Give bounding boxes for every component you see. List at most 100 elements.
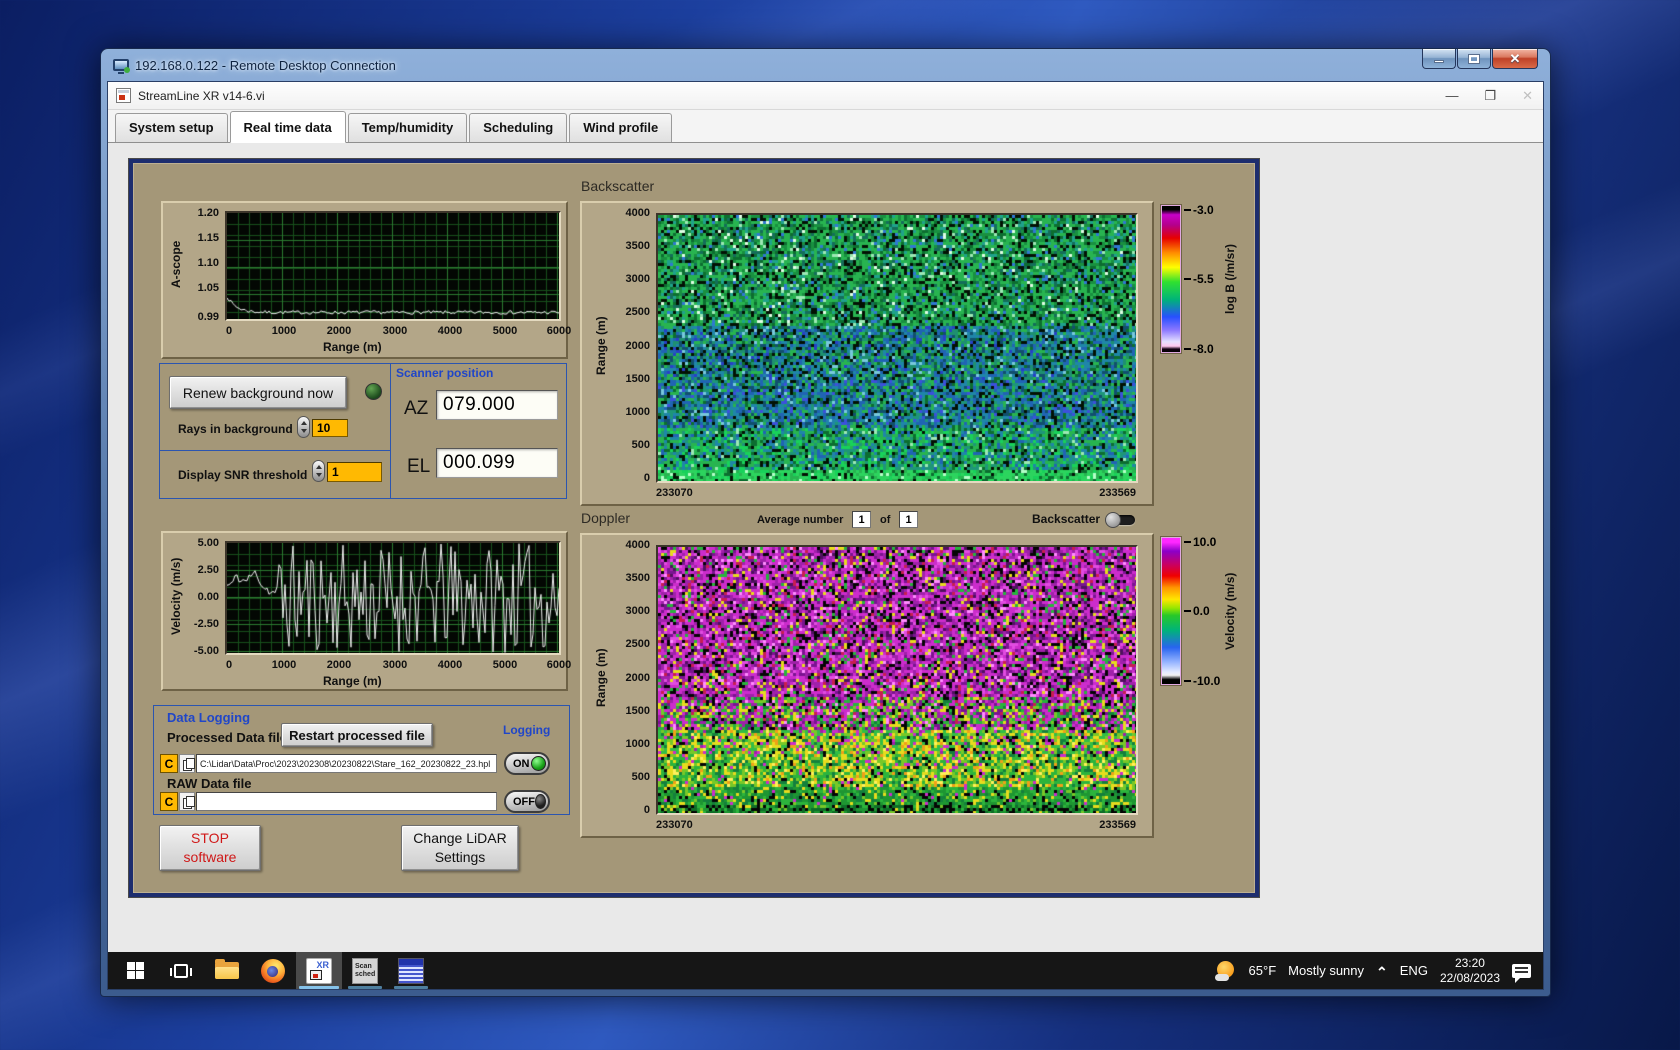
velocity-xtick: 2000 xyxy=(319,659,359,671)
spin-down-icon[interactable] xyxy=(316,473,322,477)
app-restore-icon[interactable]: ❐ xyxy=(1484,88,1496,104)
notification-center-icon[interactable] xyxy=(1512,964,1531,978)
velocity-graph-box: Velocity (m/s) 5.00 2.50 0.00 -2.50 -5.0… xyxy=(161,531,568,691)
close-icon: ✕ xyxy=(1510,52,1521,65)
ascope-ytick: 1.20 xyxy=(175,207,219,219)
az-value-field[interactable]: 079.000 xyxy=(436,390,558,420)
bs-ytick: 0 xyxy=(610,472,650,484)
app-close-icon[interactable]: ✕ xyxy=(1522,88,1533,104)
system-tray: 65°F Mostly sunny ⌃ ENG 23:20 22/08/2023 xyxy=(1215,952,1543,989)
firefox-button[interactable] xyxy=(250,952,296,989)
clock-date: 22/08/2023 xyxy=(1440,971,1500,986)
rdp-minimize-button[interactable] xyxy=(1422,49,1456,69)
logging-label: Logging xyxy=(503,723,550,737)
rdp-titlebar[interactable]: 192.168.0.122 - Remote Desktop Connectio… xyxy=(107,49,1544,81)
rdp-maximize-button[interactable] xyxy=(1457,49,1491,69)
raw-path-browse-icon[interactable] xyxy=(179,792,195,811)
average-total-field[interactable]: 1 xyxy=(899,511,918,528)
processed-path-browse-icon[interactable] xyxy=(179,754,195,773)
dp-x-end-label: 233569 xyxy=(1074,819,1136,831)
folder-icon xyxy=(215,962,239,979)
weather-icon[interactable] xyxy=(1215,960,1237,982)
scan-scheduler-button[interactable]: Scansched xyxy=(342,952,388,989)
language-indicator[interactable]: ENG xyxy=(1400,963,1428,978)
rays-value-field[interactable]: 10 xyxy=(312,419,348,437)
change-lidar-settings-button[interactable]: Change LiDAR Settings xyxy=(401,825,519,871)
settings-button-line1: Change LiDAR xyxy=(413,829,506,848)
restart-processed-file-button[interactable]: Restart processed file xyxy=(281,723,433,747)
processed-path-type-combo[interactable]: C xyxy=(160,754,178,773)
tray-chevron-up-icon[interactable]: ⌃ xyxy=(1376,964,1388,981)
striped-window-icon xyxy=(398,958,424,984)
spin-down-icon[interactable] xyxy=(301,429,307,433)
rdp-close-button[interactable]: ✕ xyxy=(1492,49,1538,69)
rays-in-background-label: Rays in background xyxy=(178,422,293,436)
doppler-title: Doppler xyxy=(581,510,630,526)
ascope-graph-box: A-scope 1.20 1.15 1.10 1.05 0.99 0 1000 … xyxy=(161,201,568,359)
ascope-ytick: 1.15 xyxy=(175,232,219,244)
weather-temp[interactable]: 65°F xyxy=(1249,963,1277,978)
bs-x-start-label: 233070 xyxy=(656,487,693,499)
velocity-xtick: 6000 xyxy=(539,659,579,671)
doppler-heatmap xyxy=(656,545,1138,815)
dp-ytick: 0 xyxy=(610,804,650,816)
processed-path-field[interactable]: C:\Lidar\Data\Proc\2023\202308\20230822\… xyxy=(196,754,497,773)
toggle-knob[interactable] xyxy=(1105,512,1121,528)
average-number-field[interactable]: 1 xyxy=(852,511,871,528)
velocity-plot xyxy=(225,541,561,655)
processed-data-file-label: Processed Data file xyxy=(167,730,287,745)
spin-up-icon[interactable] xyxy=(301,421,307,425)
doppler-colorbar xyxy=(1161,537,1181,685)
dp-ytick: 4000 xyxy=(610,539,650,551)
terminal-app-button[interactable] xyxy=(388,952,434,989)
backscatter-doppler-toggle[interactable] xyxy=(1108,515,1135,525)
task-view-button[interactable] xyxy=(158,952,204,989)
taskbar-clock[interactable]: 23:20 22/08/2023 xyxy=(1440,956,1500,986)
scan-scheduler-icon: Scansched xyxy=(352,958,378,984)
renew-background-button[interactable]: Renew background now xyxy=(169,376,347,409)
tab-temp-humidity[interactable]: Temp/humidity xyxy=(348,113,467,142)
of-label: of xyxy=(880,514,890,526)
app-minimize-icon[interactable]: — xyxy=(1445,88,1458,103)
ascope-ytick: 0.99 xyxy=(175,311,219,323)
el-value-field[interactable]: 000.099 xyxy=(436,448,558,478)
labview-vi-icon xyxy=(116,88,131,103)
velocity-xtick: 3000 xyxy=(375,659,415,671)
tab-wind-profile[interactable]: Wind profile xyxy=(569,113,672,142)
start-button[interactable] xyxy=(112,952,158,989)
streamline-app-button[interactable]: XR xyxy=(296,952,342,989)
tab-strip: System setup Real time data Temp/humidit… xyxy=(108,110,1543,143)
ascope-xtick: 2000 xyxy=(319,325,359,337)
weather-condition[interactable]: Mostly sunny xyxy=(1288,963,1364,978)
file-explorer-button[interactable] xyxy=(204,952,250,989)
settings-button-line2: Settings xyxy=(413,848,506,867)
velocity-ytick: -5.00 xyxy=(175,645,219,657)
spin-up-icon[interactable] xyxy=(316,465,322,469)
snr-spinner[interactable] xyxy=(312,460,325,482)
stop-software-button[interactable]: STOP software xyxy=(159,825,261,871)
open-app-underline xyxy=(394,986,428,989)
processed-logging-toggle[interactable]: ON xyxy=(504,752,550,775)
bs-ytick: 1500 xyxy=(610,373,650,385)
remote-desktop-icon xyxy=(113,59,129,71)
snr-threshold-box: Display SNR threshold 1 xyxy=(159,450,391,499)
ascope-x-axis-label: Range (m) xyxy=(323,340,382,354)
backscatter-colorbar xyxy=(1161,205,1181,353)
raw-logging-toggle[interactable]: OFF xyxy=(504,790,550,813)
raw-path-field[interactable] xyxy=(196,792,497,811)
tab-system-setup[interactable]: System setup xyxy=(115,113,228,142)
az-label: AZ xyxy=(404,398,428,420)
backscatter-heatmap xyxy=(656,213,1138,483)
raw-path-type-combo[interactable]: C xyxy=(160,792,178,811)
tab-scheduling[interactable]: Scheduling xyxy=(469,113,567,142)
snr-value-field[interactable]: 1 xyxy=(327,462,382,482)
task-view-icon xyxy=(174,964,188,978)
velocity-ytick: 5.00 xyxy=(175,537,219,549)
remote-desktop-screen: StreamLine XR v14-6.vi — ❐ ✕ System setu… xyxy=(107,81,1544,990)
ascope-xtick: 5000 xyxy=(485,325,525,337)
tab-real-time-data[interactable]: Real time data xyxy=(230,111,346,143)
rays-spinner[interactable] xyxy=(297,416,310,438)
front-panel: A-scope 1.20 1.15 1.10 1.05 0.99 0 1000 … xyxy=(129,159,1259,897)
renew-background-led xyxy=(365,383,382,400)
app-titlebar[interactable]: StreamLine XR v14-6.vi — ❐ ✕ xyxy=(108,82,1543,110)
